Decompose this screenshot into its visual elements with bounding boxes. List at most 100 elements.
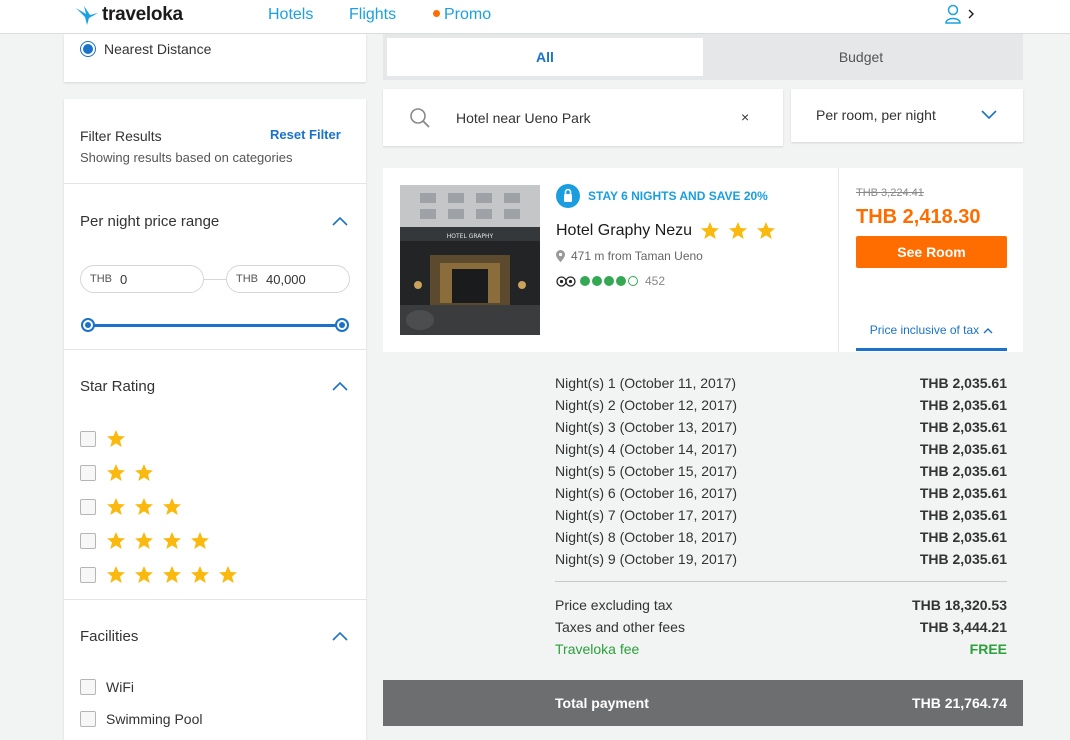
night-label: Night(s) 9 (October 19, 2017) <box>555 551 738 567</box>
rating-bubble <box>616 276 626 286</box>
price-mode-dropdown[interactable]: Per room, per night <box>791 89 1023 142</box>
star-icon <box>135 566 153 583</box>
star-icon <box>219 566 237 583</box>
review-count: 452 <box>645 274 666 288</box>
facility-wifi[interactable]: WiFi <box>80 679 134 695</box>
breakdown-divider <box>555 581 1007 582</box>
chevron-up-icon[interactable] <box>332 216 348 226</box>
traveloka-logo[interactable]: traveloka <box>74 4 183 26</box>
facility-swimming-pool[interactable]: Swimming Pool <box>80 711 202 727</box>
price-range-dash <box>204 279 226 280</box>
tab-budget[interactable]: Budget <box>703 38 1019 76</box>
chevron-up-icon[interactable] <box>332 631 348 641</box>
star-icon <box>191 532 209 549</box>
total-payment-bar: Total payment THB 21,764.74 <box>383 680 1023 726</box>
nav-hotels-link[interactable]: Hotels <box>268 6 313 24</box>
price-breakdown: Night(s) 1 (October 11, 2017) THB 2,035.6… <box>383 352 1023 680</box>
night-label: Night(s) 1 (October 11, 2017) <box>555 375 737 391</box>
sort-option-nearest-distance[interactable]: Nearest Distance <box>80 41 211 57</box>
star-rating-stars <box>106 429 126 449</box>
star-icon <box>107 498 125 515</box>
clear-search-button[interactable]: × <box>741 109 749 125</box>
hotel-title[interactable]: Hotel Graphy Nezu <box>556 221 776 241</box>
night-row: Night(s) 7 (October 17, 2017) THB 2,035.6… <box>555 507 1007 523</box>
star-icon <box>163 498 181 515</box>
search-box[interactable]: Hotel near Ueno Park × <box>383 89 783 146</box>
night-amount: THB 2,035.61 <box>919 397 1007 413</box>
lock-promo-icon <box>556 184 580 208</box>
facility-label: WiFi <box>106 679 134 695</box>
star-rating-option-5[interactable] <box>80 565 238 585</box>
price-range-title: Per night price range <box>80 213 220 230</box>
star-rating-option-1[interactable] <box>80 429 126 449</box>
rating-bubble <box>604 276 614 286</box>
star-rating-checkbox[interactable] <box>80 431 96 447</box>
stay-promo-text: STAY 6 NIGHTS AND SAVE 20% <box>588 189 768 203</box>
reset-filter-link[interactable]: Reset Filter <box>270 127 341 142</box>
facility-checkbox[interactable] <box>80 711 96 727</box>
night-row: Night(s) 9 (October 19, 2017) THB 2,035.6… <box>555 551 1007 567</box>
chevron-up-icon[interactable] <box>332 381 348 391</box>
hotel-card: HOTEL GRAPHY STAY 6 NIGHTS AND SAVE 20% … <box>383 168 1023 352</box>
star-rating-stars <box>106 463 154 483</box>
night-amount: THB 2,035.61 <box>919 485 1007 501</box>
facilities-title: Facilities <box>80 628 139 645</box>
fee-amount: FREE <box>969 641 1007 657</box>
night-row: Night(s) 6 (October 16, 2017) THB 2,035.6… <box>555 485 1007 501</box>
star-rating-section: Star Rating <box>64 349 366 599</box>
star-rating-stars <box>106 565 238 585</box>
min-price-currency: THB <box>90 273 112 285</box>
radio-selected-icon <box>80 41 96 57</box>
user-account-button[interactable] <box>945 4 975 24</box>
nav-promo-link[interactable]: Promo <box>433 6 491 24</box>
discounted-price: THB 2,418.30 <box>856 206 981 228</box>
star-rating-checkbox[interactable] <box>80 533 96 549</box>
price-slider-min-handle[interactable] <box>81 318 95 332</box>
stay-promo-badge: STAY 6 NIGHTS AND SAVE 20% <box>556 184 768 208</box>
original-price: THB 3,224.41 <box>856 187 924 199</box>
star-rating-checkbox[interactable] <box>80 499 96 515</box>
taxes-amount: THB 3,444.21 <box>919 619 1007 635</box>
night-row: Night(s) 4 (October 14, 2017) THB 2,035.6… <box>555 441 1007 457</box>
night-label: Night(s) 4 (October 14, 2017) <box>555 441 738 457</box>
logo-text: traveloka <box>102 4 183 25</box>
tripadvisor-rating[interactable]: 452 <box>556 274 665 288</box>
tab-all[interactable]: All <box>387 38 703 76</box>
price-slider-max-handle[interactable] <box>335 318 349 332</box>
star-icon <box>135 498 153 515</box>
star-rating-option-3[interactable] <box>80 497 182 517</box>
night-label: Night(s) 3 (October 13, 2017) <box>555 419 738 435</box>
night-row: Night(s) 1 (October 11, 2017) THB 2,035.6… <box>555 375 1007 391</box>
see-room-button[interactable]: See Room <box>856 236 1007 268</box>
distance-text: 471 m from Taman Ueno <box>571 249 703 263</box>
price-slider[interactable] <box>64 318 366 332</box>
chevron-up-icon <box>983 328 993 334</box>
hotel-photo[interactable]: HOTEL GRAPHY <box>400 185 540 335</box>
night-amount: THB 2,035.61 <box>919 551 1007 567</box>
price-inclusive-tax-toggle[interactable]: Price inclusive of tax <box>856 323 1007 351</box>
nav-flights-link[interactable]: Flights <box>349 6 396 24</box>
night-amount: THB 2,035.61 <box>919 419 1007 435</box>
star-rating-option-2[interactable] <box>80 463 154 483</box>
star-rating-checkbox[interactable] <box>80 567 96 583</box>
traveloka-fee-row: Traveloka fee FREE <box>555 641 1007 657</box>
star-rating-option-4[interactable] <box>80 531 210 551</box>
facility-checkbox[interactable] <box>80 679 96 695</box>
star-icon <box>135 464 153 481</box>
star-icon <box>107 566 125 583</box>
star-icon <box>107 430 125 447</box>
rating-bubble <box>580 276 590 286</box>
facilities-section: Facilities WiFi Swimming Pool <box>64 599 366 740</box>
max-price-input[interactable]: THB 40,000 <box>226 265 350 293</box>
search-input[interactable]: Hotel near Ueno Park <box>456 110 591 126</box>
star-icon <box>701 222 720 239</box>
rating-bubbles <box>580 276 638 286</box>
min-price-input[interactable]: THB 0 <box>80 265 204 293</box>
hotel-star-rating <box>700 221 776 241</box>
star-icon <box>191 566 209 583</box>
fee-label: Traveloka fee <box>555 641 640 657</box>
night-label: Night(s) 6 (October 16, 2017) <box>555 485 738 501</box>
chevron-down-icon <box>981 110 997 120</box>
star-rating-checkbox[interactable] <box>80 465 96 481</box>
night-row: Night(s) 5 (October 15, 2017) THB 2,035.6… <box>555 463 1007 479</box>
